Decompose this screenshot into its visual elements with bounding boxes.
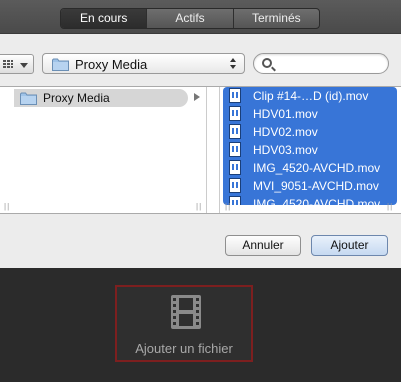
- cancel-button[interactable]: Annuler: [225, 235, 301, 256]
- selected-files: Clip #14-…D (id).mov HDV01.mov HDV02.mov…: [223, 87, 397, 205]
- top-bar: En cours Actifs Terminés: [0, 0, 401, 34]
- updown-arrows-icon: [230, 57, 238, 70]
- browser-column-1: Proxy Media || ||: [0, 87, 207, 213]
- disclosure-arrow-icon: [194, 93, 200, 101]
- movie-file-icon: [229, 124, 241, 139]
- status-segmented-control: En cours Actifs Terminés: [60, 8, 320, 29]
- sidebar-item-label: Proxy Media: [43, 91, 110, 105]
- media-area: Ajouter un fichier: [0, 268, 401, 382]
- tab-en-cours[interactable]: En cours: [61, 9, 148, 28]
- search-icon: [262, 58, 272, 68]
- sheet-toolbar: Proxy Media: [0, 34, 401, 86]
- open-file-sheet: Proxy Media Proxy Media || || Clip #14-……: [0, 34, 401, 268]
- add-file-dropzone[interactable]: Ajouter un fichier: [115, 285, 253, 362]
- chevron-down-icon: [20, 63, 28, 68]
- movie-file-icon: [229, 142, 241, 157]
- movie-file-icon: [229, 106, 241, 121]
- column-resize-handle[interactable]: ||: [387, 202, 393, 211]
- file-item[interactable]: IMG_4520-AVCHD.mov: [223, 195, 397, 205]
- view-mode-button[interactable]: [0, 54, 34, 74]
- tab-actifs[interactable]: Actifs: [147, 9, 234, 28]
- file-item[interactable]: IMG_4520-AVCHD.mov: [223, 159, 397, 177]
- column-resize-handle[interactable]: ||: [225, 202, 231, 211]
- column-resize-handle[interactable]: ||: [4, 202, 10, 211]
- file-item[interactable]: HDV01.mov: [223, 105, 397, 123]
- location-label: Proxy Media: [75, 57, 148, 72]
- movie-file-icon: [229, 160, 241, 175]
- tab-termines[interactable]: Terminés: [234, 9, 319, 28]
- film-strip-icon: [171, 295, 201, 329]
- sidebar-item-proxy-media[interactable]: Proxy Media: [14, 89, 188, 107]
- folder-icon: [52, 58, 69, 71]
- location-popup[interactable]: Proxy Media: [42, 53, 245, 74]
- dropzone-label: Ajouter un fichier: [135, 341, 233, 356]
- folder-icon: [20, 92, 37, 105]
- icon-view-icon: [3, 60, 13, 69]
- file-item[interactable]: HDV03.mov: [223, 141, 397, 159]
- movie-file-icon: [229, 88, 241, 103]
- file-item[interactable]: Clip #14-…D (id).mov: [223, 87, 397, 105]
- movie-file-icon: [229, 178, 241, 193]
- file-item[interactable]: MVI_9051-AVCHD.mov: [223, 177, 397, 195]
- file-item[interactable]: HDV02.mov: [223, 123, 397, 141]
- file-browser: Proxy Media || || Clip #14-…D (id).mov H…: [0, 86, 401, 214]
- column-resize-handle[interactable]: ||: [196, 202, 202, 211]
- browser-column-2: [208, 87, 220, 213]
- add-button[interactable]: Ajouter: [311, 235, 388, 256]
- search-input[interactable]: [253, 53, 389, 74]
- browser-column-3: Clip #14-…D (id).mov HDV01.mov HDV02.mov…: [221, 87, 401, 213]
